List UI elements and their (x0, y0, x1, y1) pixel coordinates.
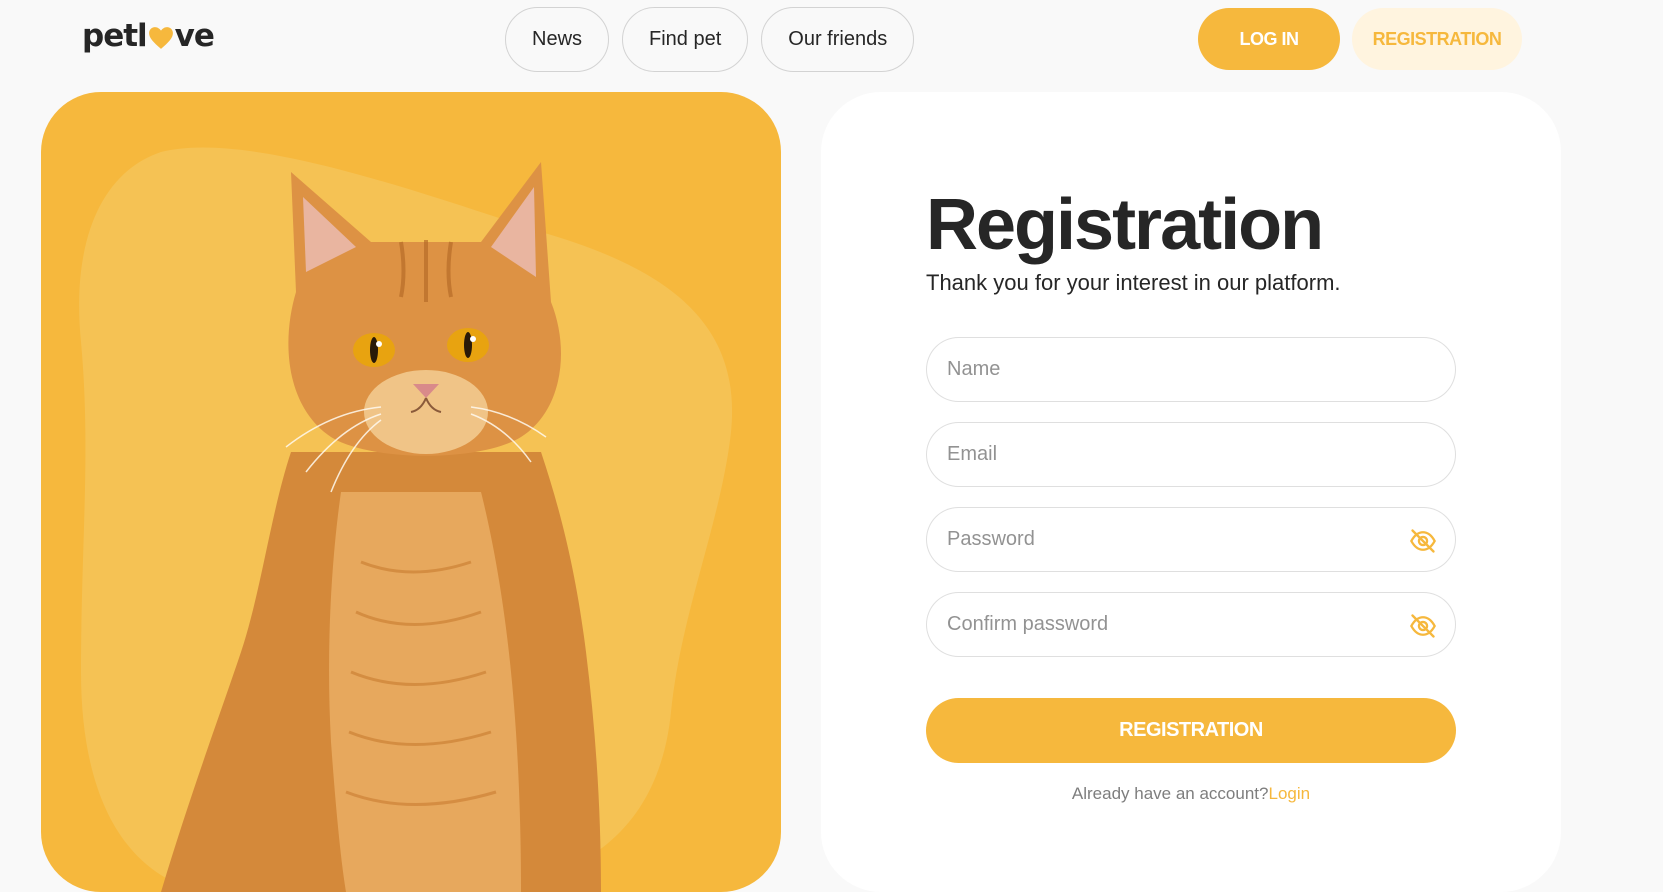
registration-panel: Registration Thank you for your interest… (821, 92, 1561, 892)
registration-submit-button[interactable]: REGISTRATION (926, 698, 1456, 763)
login-prompt: Already have an account?Login (926, 784, 1456, 804)
password-input[interactable] (927, 508, 1455, 571)
confirm-password-input[interactable] (927, 593, 1455, 656)
logo[interactable]: petl ve (82, 18, 215, 54)
site-header: petl ve News Find pet Our friends LOG IN… (0, 0, 1663, 80)
login-button[interactable]: LOG IN (1198, 8, 1340, 70)
password-field-wrapper (926, 507, 1456, 572)
page-title: Registration (926, 185, 1324, 265)
logo-text-prefix: petl (82, 18, 148, 54)
registration-nav-button[interactable]: REGISTRATION (1352, 8, 1522, 70)
eye-off-icon[interactable] (1409, 612, 1437, 640)
name-input[interactable] (927, 338, 1455, 401)
name-field-wrapper (926, 337, 1456, 402)
page-subtitle: Thank you for your interest in our platf… (926, 270, 1341, 295)
logo-text-suffix: ve (174, 18, 215, 54)
nav-item-news[interactable]: News (505, 7, 610, 72)
hero-image-panel (41, 92, 781, 892)
login-link[interactable]: Login (1268, 784, 1310, 803)
nav-item-our-friends[interactable]: Our friends (761, 7, 915, 72)
orange-cat-illustration (79, 147, 732, 892)
heart-icon (148, 27, 173, 49)
auth-buttons: LOG IN REGISTRATION (1198, 8, 1522, 70)
email-input[interactable] (927, 423, 1455, 486)
confirm-password-field-wrapper (926, 592, 1456, 657)
nav-item-find-pet[interactable]: Find pet (622, 7, 749, 72)
eye-off-icon[interactable] (1409, 527, 1437, 555)
main-nav: News Find pet Our friends (505, 7, 915, 72)
email-field-wrapper (926, 422, 1456, 487)
login-prompt-text: Already have an account? (1071, 784, 1269, 803)
